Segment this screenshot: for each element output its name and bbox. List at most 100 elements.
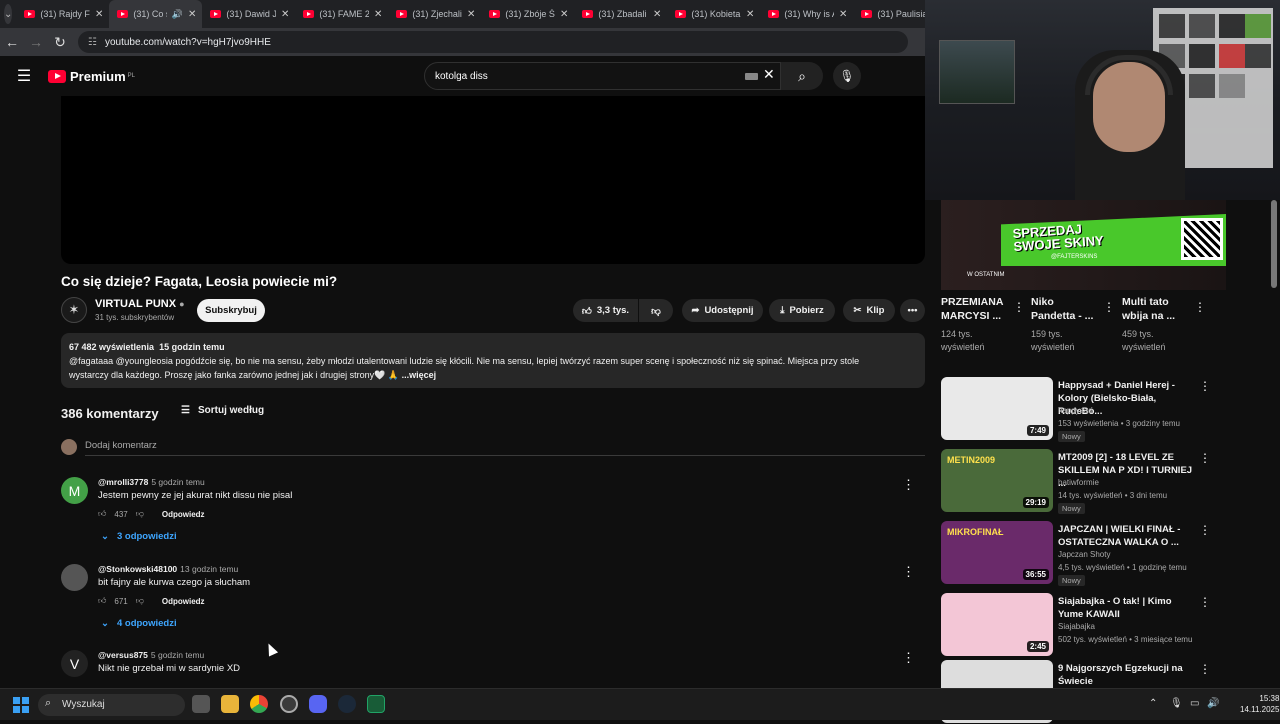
file-explorer-icon[interactable] [221, 695, 239, 713]
ad-banner[interactable]: SPRZEDAJ SWOJE SKINY @FAJTERSKINS W OSTAT… [941, 200, 1226, 290]
comment-author[interactable]: @mrolli3778 [98, 477, 148, 487]
comment-dislike-icon[interactable]: 👎︎ [136, 596, 144, 606]
browser-tab[interactable]: (31) FAME 28 ✕ [295, 0, 388, 28]
close-tab-icon[interactable]: ✕ [560, 9, 568, 20]
add-comment-input[interactable]: Dodaj komentarz [85, 440, 157, 451]
related-title[interactable]: JAPCZAN | WIELKI FINAŁ - OSTATECZNA WALK… [1058, 523, 1193, 549]
browser-tab[interactable]: (31) Why is A ✕ [760, 0, 853, 28]
tab-search-icon[interactable]: ⌄ [4, 4, 13, 24]
video-thumbnail[interactable]: 7:49 [941, 377, 1053, 440]
close-tab-icon[interactable]: ✕ [281, 9, 289, 20]
related-title[interactable]: Siajabajka - O tak! | Kimo Yume KAWAII [1058, 595, 1193, 621]
download-button[interactable]: ⤓ Pobierz [769, 299, 835, 322]
windows-start-icon[interactable] [13, 697, 29, 713]
view-replies-button[interactable]: ⌄ 3 odpowiedzi [101, 531, 177, 542]
comment-like-icon[interactable]: 👍︎ [98, 596, 106, 606]
youtube-logo[interactable]: Premium PL [48, 69, 135, 84]
reload-icon[interactable]: ↻ [48, 34, 72, 51]
site-info-icon[interactable]: ☷ [88, 37, 97, 48]
close-tab-icon[interactable]: ✕ [653, 9, 661, 20]
reply-button[interactable]: Odpowiedz [162, 597, 205, 606]
short-title[interactable]: PRZEMIANA MARCYSI ... [941, 295, 1009, 323]
related-menu-icon[interactable]: ⋮ [1199, 662, 1211, 676]
short-menu-icon[interactable]: ⋮ [1103, 300, 1115, 314]
commenter-avatar[interactable] [61, 564, 88, 591]
short-title[interactable]: Multi tato wbija na ... [1122, 295, 1190, 323]
app-icon[interactable] [280, 695, 298, 713]
channel-avatar[interactable]: ✶ [61, 297, 87, 323]
subscribe-button[interactable]: Subskrybuj [197, 299, 265, 322]
related-menu-icon[interactable]: ⋮ [1199, 451, 1211, 465]
taskbar-search[interactable]: ⌕ Wyszukaj [38, 694, 185, 716]
browser-tab[interactable]: (31) Dawid J. ✕ [202, 0, 295, 28]
browser-tab[interactable]: (31) Kobieta ✕ [667, 0, 760, 28]
browser-tab[interactable]: (31) Zjechali ✕ [388, 0, 481, 28]
search-button[interactable]: ⌕ [781, 62, 823, 90]
menu-icon[interactable]: ☰ [0, 66, 48, 86]
search-input[interactable]: kotolga diss [424, 62, 781, 90]
volume-icon[interactable]: 🔊 [1207, 698, 1219, 709]
url-field[interactable]: ☷ youtube.com/watch?v=hgH7jvo9HHE [78, 31, 908, 53]
share-button[interactable]: ➦ Udostępnij [682, 299, 763, 322]
browser-tab[interactable]: (31) Zbadali ✕ [574, 0, 667, 28]
video-thumbnail[interactable]: METIN2009 29:19 [941, 449, 1053, 512]
related-video[interactable]: 7:49 Happysad + Daniel Herej - Kolory (Bi… [941, 377, 1266, 442]
close-tab-icon[interactable]: ✕ [188, 9, 196, 20]
short-title[interactable]: Niko Pandetta - ... [1031, 295, 1099, 323]
close-tab-icon[interactable]: ✕ [467, 9, 475, 20]
mic-tray-icon[interactable]: 🎙 [1170, 698, 1183, 709]
sort-button[interactable]: ☰ Sortuj według [181, 405, 264, 416]
related-title[interactable]: 9 Najgorszych Egzekucji na Świecie [1058, 662, 1193, 688]
task-view-icon[interactable] [192, 695, 210, 713]
more-actions-button[interactable]: ••• [900, 299, 925, 322]
comment-menu-icon[interactable]: ⋮ [902, 477, 915, 493]
comment-author[interactable]: @versus875 [98, 650, 148, 660]
browser-tab[interactable]: (31) Zbóje Ś ✕ [481, 0, 574, 28]
scrollbar[interactable] [1271, 200, 1277, 288]
comment-menu-icon[interactable]: ⋮ [902, 564, 915, 580]
short-menu-icon[interactable]: ⋮ [1013, 300, 1025, 314]
chevron-up-icon[interactable]: ⌃ [1149, 698, 1157, 709]
excel-icon[interactable] [367, 695, 385, 713]
commenter-avatar[interactable]: M [61, 477, 88, 504]
close-tab-icon[interactable]: ✕ [95, 9, 103, 20]
close-tab-icon[interactable]: ✕ [839, 9, 847, 20]
keyboard-icon[interactable] [745, 73, 758, 80]
related-menu-icon[interactable]: ⋮ [1199, 523, 1211, 537]
short-menu-icon[interactable]: ⋮ [1194, 300, 1206, 314]
related-channel[interactable]: happysad [1058, 406, 1093, 415]
dislike-button[interactable]: 👎︎ [639, 299, 673, 322]
description-box[interactable]: 67 482 wyświetlenia 15 godzin temu @faga… [61, 333, 925, 388]
related-channel[interactable]: Siajabajka [1058, 622, 1095, 631]
steam-icon[interactable] [338, 695, 356, 713]
clock[interactable]: 15:38 14.11.2025 [1240, 693, 1279, 715]
comment-dislike-icon[interactable]: 👎︎ [136, 509, 144, 519]
chrome-icon[interactable] [250, 695, 268, 713]
related-channel[interactable]: batiwformie [1058, 478, 1099, 487]
voice-search-button[interactable]: 🎙 [833, 62, 861, 90]
video-thumbnail[interactable]: MIKROFINAŁ 36:55 [941, 521, 1053, 584]
like-button[interactable]: 👍︎ 3,3 tys. [573, 299, 638, 322]
clip-button[interactable]: ✂ Klip [843, 299, 895, 322]
view-replies-button[interactable]: ⌄ 4 odpowiedzi [101, 618, 177, 629]
comment-like-icon[interactable]: 👍︎ [98, 509, 106, 519]
related-menu-icon[interactable]: ⋮ [1199, 595, 1211, 609]
comment-author[interactable]: @Stonkowski48100 [98, 564, 177, 574]
network-icon[interactable]: ▭ [1190, 698, 1199, 709]
browser-tab[interactable]: (31) Co s 🔊 ✕ [109, 0, 203, 28]
more-link[interactable]: ...więcej [402, 370, 437, 380]
discord-icon[interactable] [309, 695, 327, 713]
related-menu-icon[interactable]: ⋮ [1199, 379, 1211, 393]
video-thumbnail[interactable]: 2:45 [941, 593, 1053, 656]
related-video[interactable]: MIKROFINAŁ 36:55 JAPCZAN | WIELKI FINAŁ - … [941, 521, 1266, 586]
related-video[interactable]: 2:45 Siajabajka - O tak! | Kimo Yume KAWA… [941, 593, 1266, 657]
clear-search-icon[interactable]: ✕ [763, 66, 775, 83]
commenter-avatar[interactable]: V [61, 650, 88, 677]
back-icon[interactable]: ← [0, 34, 24, 50]
related-channel[interactable]: Japczan Shoty [1058, 550, 1110, 559]
related-video[interactable]: METIN2009 29:19 MT2009 [2] - 18 LEVEL ZE S… [941, 449, 1266, 514]
channel-name[interactable]: VIRTUAL PUNX ● [95, 298, 185, 310]
forward-icon[interactable]: → [24, 34, 48, 50]
browser-tab[interactable]: (31) Rajdy Fo ✕ [16, 0, 109, 28]
reply-button[interactable]: Odpowiedz [162, 510, 205, 519]
